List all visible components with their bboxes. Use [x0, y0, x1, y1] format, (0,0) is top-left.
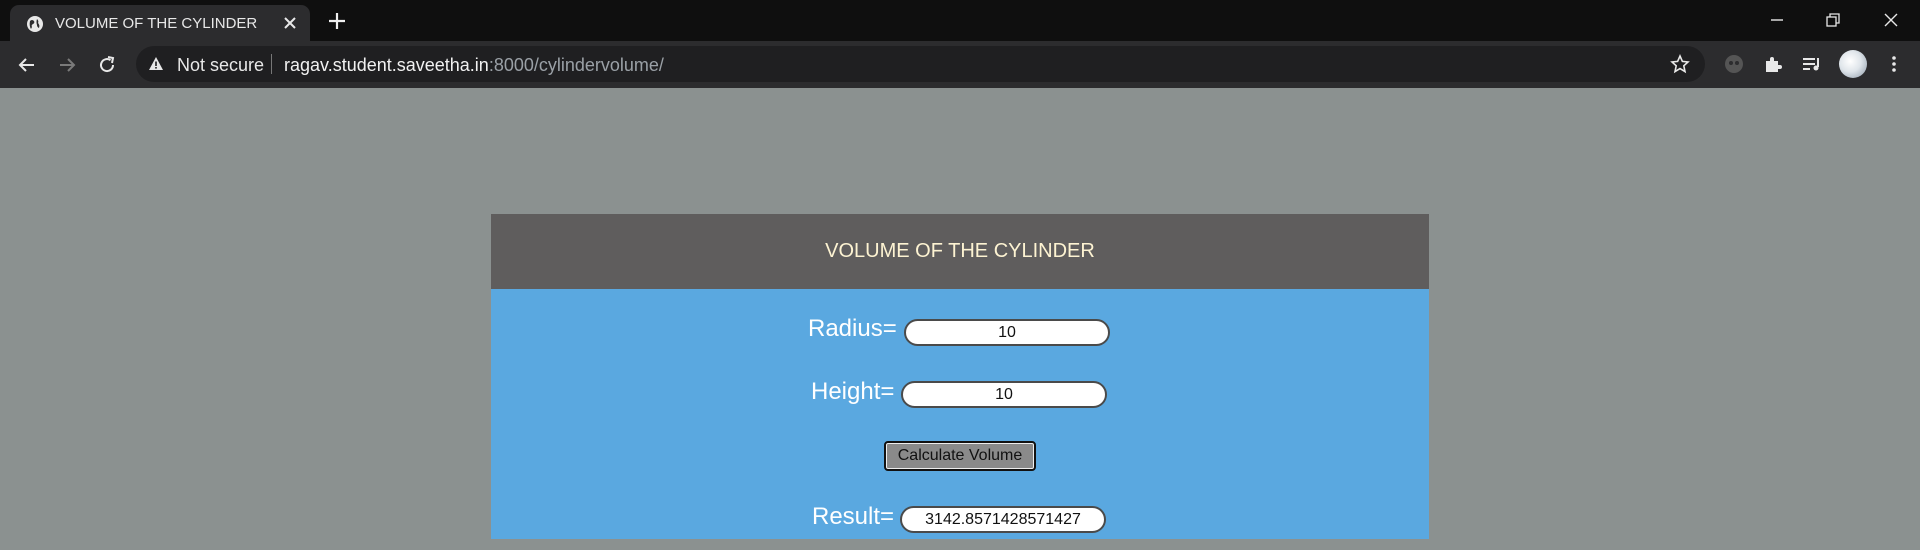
- extension-icon[interactable]: [1722, 52, 1746, 76]
- restore-icon[interactable]: [1821, 8, 1845, 32]
- url-path: :8000/cylindervolume/: [488, 55, 664, 75]
- result-row: Result=: [491, 503, 1429, 535]
- browser-tab[interactable]: VOLUME OF THE CYLINDER: [10, 5, 310, 41]
- bookmark-star-icon[interactable]: [1670, 54, 1690, 74]
- height-input[interactable]: [901, 381, 1107, 408]
- warning-icon[interactable]: [148, 56, 164, 72]
- radius-label: Radius=: [808, 315, 897, 342]
- globe-icon: [27, 16, 43, 32]
- minimize-icon[interactable]: [1765, 8, 1789, 32]
- tab-title: VOLUME OF THE CYLINDER: [55, 15, 258, 32]
- page-title: VOLUME OF THE CYLINDER: [825, 240, 1095, 262]
- security-status[interactable]: Not secure: [177, 55, 264, 76]
- browser-toolbar: Not secure ragav.student.saveetha.in:800…: [0, 41, 1920, 88]
- media-queue-icon[interactable]: [1800, 52, 1824, 76]
- back-icon[interactable]: [15, 53, 39, 77]
- radius-input[interactable]: [904, 319, 1110, 346]
- radius-row: Radius=: [491, 315, 1429, 347]
- extensions-puzzle-icon[interactable]: [1761, 52, 1785, 76]
- url-text[interactable]: ragav.student.saveetha.in:8000/cylinderv…: [284, 55, 664, 76]
- height-label: Height=: [811, 378, 895, 405]
- close-window-icon[interactable]: [1879, 8, 1903, 32]
- profile-avatar[interactable]: [1839, 50, 1867, 78]
- close-tab-icon[interactable]: [280, 13, 300, 33]
- result-output[interactable]: [900, 506, 1106, 533]
- reload-icon[interactable]: [95, 53, 119, 77]
- result-label: Result=: [812, 503, 895, 530]
- new-tab-icon[interactable]: [326, 10, 348, 32]
- url-host: ragav.student.saveetha.in: [284, 55, 489, 75]
- tab-strip: VOLUME OF THE CYLINDER: [0, 0, 1920, 41]
- calculate-volume-button[interactable]: Calculate Volume: [884, 441, 1036, 471]
- calculator-card: VOLUME OF THE CYLINDER Radius= Height= C…: [491, 214, 1429, 539]
- forward-icon[interactable]: [55, 53, 79, 77]
- separator: [271, 54, 272, 74]
- menu-kebab-icon[interactable]: [1882, 52, 1906, 76]
- address-bar[interactable]: Not secure ragav.student.saveetha.in:800…: [136, 46, 1705, 82]
- card-header: VOLUME OF THE CYLINDER: [491, 214, 1429, 289]
- height-row: Height=: [491, 378, 1429, 410]
